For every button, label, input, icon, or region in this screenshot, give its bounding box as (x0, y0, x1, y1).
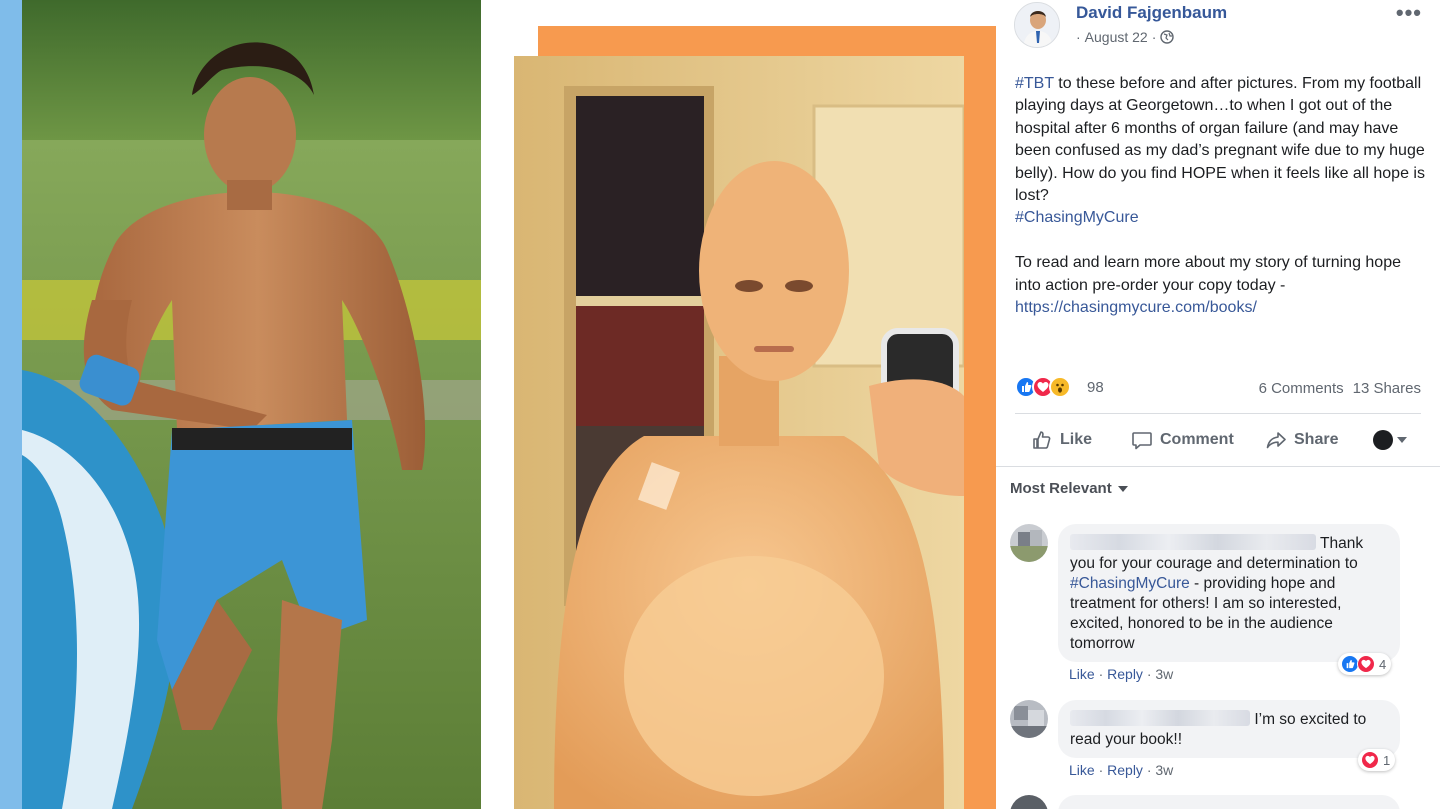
reaction-count[interactable]: 98 (1087, 379, 1104, 396)
comment-meta: Like · Reply · 3w (1069, 666, 1174, 682)
chevron-down-icon (1117, 485, 1128, 492)
globe-icon[interactable] (1160, 30, 1175, 44)
reaction-icons[interactable] (1015, 376, 1071, 398)
post-meta: · August 22 · (1076, 29, 1175, 45)
post-paragraph-2: To read and learn more about my story of… (1015, 252, 1430, 319)
meta-separator: · (1076, 29, 1081, 45)
meta-separator: · (1151, 29, 1157, 45)
profile-mini-icon (1373, 430, 1393, 450)
edge-strip (0, 0, 22, 809)
comment-text: - providing hope and (1189, 575, 1336, 592)
book-link[interactable]: https://chasingmycure.com/books/ (1015, 299, 1257, 316)
comment-reply-link[interactable]: Reply (1107, 762, 1143, 778)
comment-hashtag[interactable]: #ChasingMyCure (1070, 575, 1190, 592)
sort-label: Most Relevant (1010, 480, 1112, 497)
audience-selector[interactable] (1373, 430, 1407, 450)
reactions-summary: 98 6 Comments 13 Shares (1015, 376, 1421, 400)
before-photo-illustration (22, 0, 481, 809)
comment-reply-link[interactable]: Reply (1107, 666, 1143, 682)
comment-label: Comment (1160, 431, 1234, 448)
divider-bottom (996, 466, 1440, 467)
like-button[interactable]: Like (1031, 429, 1092, 451)
like-label: Like (1060, 431, 1093, 448)
commenter-avatar[interactable] (1010, 524, 1048, 562)
comment-text: tomorrow (1070, 635, 1135, 652)
comment-age[interactable]: 3w (1155, 762, 1173, 778)
after-photo[interactable] (514, 56, 964, 809)
author-avatar-image (1015, 3, 1059, 47)
love-icon (1357, 655, 1375, 673)
commenter-avatar[interactable] (1010, 700, 1048, 738)
post-actions: Like Comment Share (1015, 420, 1421, 460)
comment-reaction-count: 1 (1383, 752, 1391, 768)
comment-text: excited, honored to be in the audience (1070, 615, 1333, 632)
comment-bubble: I’m so excited to read your book!! (1058, 700, 1400, 758)
comment-sort-dropdown[interactable]: Most Relevant (1010, 480, 1128, 497)
comment-text: Thank (1320, 535, 1364, 552)
comment-text: read your book!! (1070, 731, 1183, 748)
author-avatar[interactable] (1014, 2, 1060, 48)
post-date[interactable]: August 22 (1085, 29, 1148, 45)
comment-text: I’m so excited to (1254, 711, 1367, 728)
comment-text: you for your courage and determination t… (1070, 555, 1358, 572)
before-photo[interactable] (22, 0, 481, 809)
love-icon (1361, 751, 1379, 769)
chevron-down-icon (1397, 437, 1407, 443)
commenter-avatar[interactable] (1010, 795, 1048, 809)
post-paragraph-1: #TBT to these before and after pictures.… (1015, 73, 1430, 230)
facebook-post: David Fajgenbaum · August 22 · ••• #TBT … (996, 0, 1440, 809)
hashtag-tbt[interactable]: #TBT (1015, 75, 1054, 92)
shares-count-link[interactable]: 13 Shares (1353, 380, 1421, 397)
comment-bubble: Thank you for your courage and determina… (1058, 524, 1400, 662)
after-photo-illustration (514, 56, 964, 809)
post-author-name[interactable]: David Fajgenbaum (1076, 3, 1227, 23)
share-label: Share (1294, 431, 1339, 448)
divider-top (1015, 413, 1421, 414)
hashtag-chasingmycure[interactable]: #ChasingMyCure (1015, 209, 1139, 226)
post-text: #TBT to these before and after pictures.… (1015, 73, 1430, 319)
comment-text: treatment for others! I am so interested… (1070, 595, 1342, 612)
redacted-commenter-name[interactable] (1070, 534, 1316, 550)
comment-like-link[interactable]: Like (1069, 666, 1095, 682)
photo-area (0, 0, 996, 809)
comment-meta: Like · Reply · 3w (1069, 762, 1174, 778)
comment-age[interactable]: 3w (1155, 666, 1173, 682)
share-icon (1266, 432, 1286, 449)
comment-reactions[interactable]: 1 (1358, 749, 1396, 771)
engagement-counts: 6 Comments 13 Shares (1259, 380, 1421, 397)
comments-count-link[interactable]: 6 Comments (1259, 380, 1344, 397)
redacted-commenter-name[interactable] (1070, 710, 1250, 726)
post-text-2: To read and learn more about my story of… (1015, 254, 1401, 294)
post-text-1: to these before and after pictures. From… (1015, 75, 1425, 205)
comment-like-link[interactable]: Like (1069, 762, 1095, 778)
more-options-button[interactable]: ••• (1396, 0, 1422, 26)
comment-icon (1132, 432, 1152, 450)
comment-button[interactable]: Comment (1131, 429, 1234, 451)
wow-icon (1049, 376, 1071, 398)
comment-reactions[interactable]: 4 (1338, 653, 1392, 675)
comment-reaction-count: 4 (1379, 656, 1387, 672)
share-button[interactable]: Share (1265, 429, 1338, 451)
comment-bubble (1058, 795, 1400, 809)
thumbs-up-icon (1033, 431, 1051, 449)
